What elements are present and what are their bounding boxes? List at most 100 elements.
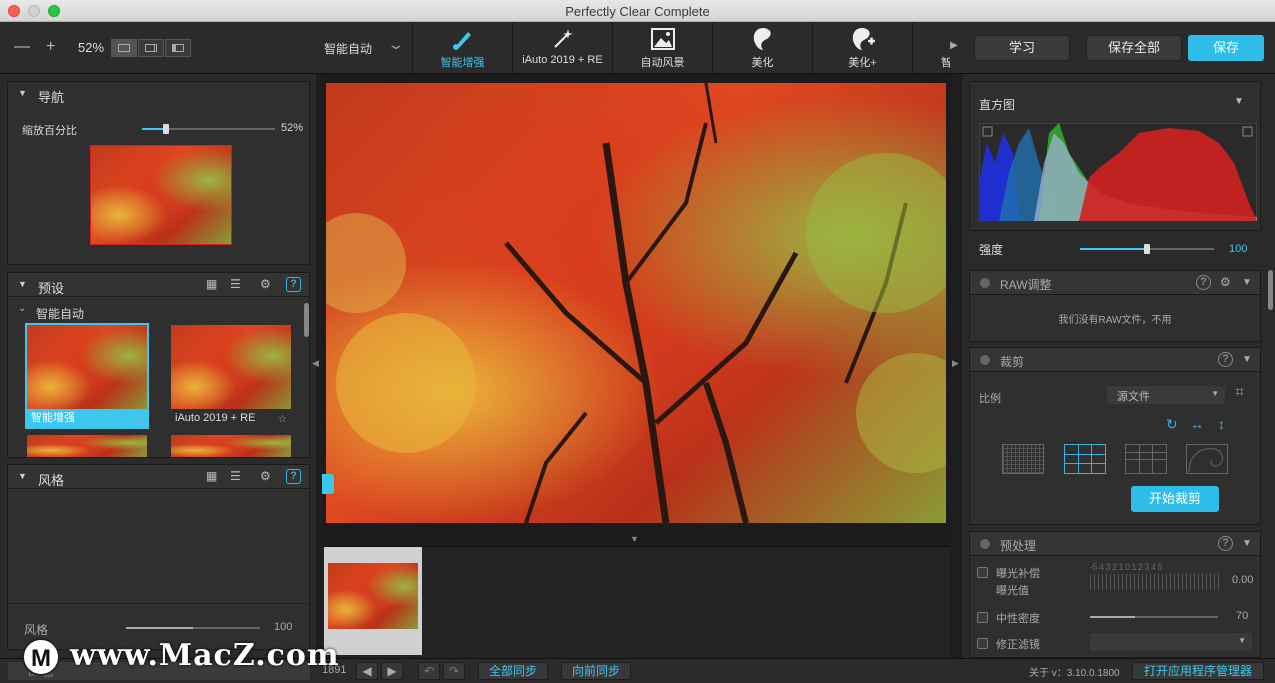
exposure-checkbox[interactable] xyxy=(977,567,988,578)
open-app-manager-button[interactable]: 打开应用程序管理器 xyxy=(1132,662,1264,680)
chevron-down-icon: ▼ xyxy=(1211,389,1219,398)
help-icon[interactable]: ? xyxy=(1218,536,1233,551)
tab-beautify-plus[interactable]: 美化+ xyxy=(812,22,912,74)
enable-toggle[interactable] xyxy=(980,355,990,365)
watermark: M www.MacZ.com xyxy=(8,638,368,678)
tabs-scroll-right-icon[interactable]: ▶ xyxy=(950,40,958,51)
help-icon[interactable]: ? xyxy=(286,469,301,484)
strength-value: 100 xyxy=(1229,243,1248,255)
sync-forward-button[interactable]: 向前同步 xyxy=(561,662,631,680)
tab-partial[interactable]: 智 xyxy=(912,22,950,74)
gear-icon[interactable]: ⚙ xyxy=(260,277,271,291)
correction-filter-checkbox[interactable] xyxy=(977,638,988,649)
split-view-button[interactable] xyxy=(138,39,164,57)
collapse-triangle-icon[interactable]: ▼ xyxy=(18,471,27,481)
collapse-right-panel-icon[interactable]: ▶ xyxy=(952,358,959,369)
preset-thumbnail-partial[interactable] xyxy=(171,435,291,457)
zoom-out-button[interactable]: — xyxy=(14,38,30,56)
navigator-preview-image[interactable] xyxy=(90,145,232,245)
before-after-handle[interactable] xyxy=(322,474,334,494)
sync-all-button[interactable]: 全部同步 xyxy=(478,662,548,680)
collapse-triangle-icon[interactable]: ▼ xyxy=(18,279,27,289)
enable-toggle[interactable] xyxy=(980,278,990,288)
chevron-down-icon[interactable]: ▼ xyxy=(1242,538,1252,549)
preset-thumbnail[interactable]: 智能增强 ☆ xyxy=(25,323,149,429)
list-view-icon[interactable]: ☰ xyxy=(230,469,241,483)
help-icon[interactable]: ? xyxy=(1218,352,1233,367)
preset-thumbnail[interactable]: iAuto 2019 + RE ☆ xyxy=(169,323,293,429)
save-all-button[interactable]: 保存全部 xyxy=(1086,35,1182,61)
star-icon[interactable]: ☆ xyxy=(278,414,287,425)
crop-title: 裁剪 xyxy=(1000,355,1025,369)
single-view-button[interactable] xyxy=(111,39,137,57)
spiral-icon xyxy=(1188,448,1223,473)
gear-icon[interactable]: ⚙ xyxy=(260,469,271,483)
grid-view-icon[interactable]: ▦ xyxy=(206,469,217,483)
right-sidebar: 直方图 ▼ 强度 100 RAW调整 ? ⚙ ▼ 我们没有RAW文件，不用 裁剪… xyxy=(962,74,1275,658)
golden-spiral-icon[interactable] xyxy=(1186,444,1228,474)
grid-icon[interactable] xyxy=(1125,444,1167,474)
preset-thumbnail-partial[interactable] xyxy=(27,435,147,457)
side-by-side-view-button[interactable] xyxy=(165,39,191,57)
presets-title: 预设 xyxy=(38,281,65,296)
undo-icon[interactable]: ↶ xyxy=(418,662,440,680)
next-button[interactable]: ▶ xyxy=(381,662,403,680)
chevron-down-icon[interactable]: ⌄ xyxy=(386,36,405,53)
zoom-slider-knob[interactable] xyxy=(162,124,169,134)
neutral-density-label: 中性密度 xyxy=(996,613,1040,625)
raw-header[interactable]: RAW调整 ? ⚙ ▼ xyxy=(970,271,1260,295)
right-panel-scrollbar[interactable] xyxy=(1268,270,1273,310)
strength-slider-knob[interactable] xyxy=(1144,244,1150,254)
preset-select[interactable]: 智能自动 xyxy=(324,40,372,57)
main-photo[interactable] xyxy=(326,83,946,523)
learn-button[interactable]: 学习 xyxy=(974,35,1070,61)
enable-toggle[interactable] xyxy=(980,539,990,549)
navigator-header[interactable]: ▼ 导航 xyxy=(8,82,309,106)
collapse-filmstrip-icon[interactable]: ▼ xyxy=(630,534,639,544)
correction-filter-select[interactable]: ▼ xyxy=(1090,633,1252,651)
tab-beautify[interactable]: 美化 xyxy=(712,22,812,74)
start-crop-button[interactable]: 开始裁剪 xyxy=(1131,486,1219,512)
help-icon[interactable]: ? xyxy=(286,277,301,292)
left-sidebar: ▼ 导航 缩放百分比 52% ▼ 预设 ▦ ☰ ⚙ ? ⌄ 智能自动 智能增强 … xyxy=(0,74,316,658)
help-icon[interactable]: ? xyxy=(1196,275,1211,290)
histogram-menu-icon[interactable]: ▼ xyxy=(1234,96,1244,107)
tab-smart-enhance[interactable]: 智能增强 xyxy=(412,22,512,74)
redo-icon[interactable]: ↷ xyxy=(443,662,465,680)
thirds-grid-icon[interactable] xyxy=(1064,444,1106,474)
list-view-icon[interactable]: ☰ xyxy=(230,277,241,291)
chevron-down-icon[interactable]: ▼ xyxy=(1242,277,1252,288)
zoom-percent-value: 52% xyxy=(281,122,304,134)
main-toolbar: — + 52% 智能自动 ⌄ 智能增强 iAuto 2019 + RE 自动风景… xyxy=(0,22,1275,74)
presets-scrollbar[interactable] xyxy=(304,303,309,337)
crop-tool-icon[interactable]: ⌗ xyxy=(1235,384,1244,402)
brush-2019-icon xyxy=(450,26,476,52)
tab-auto-landscape[interactable]: 自动风景 xyxy=(612,22,712,74)
save-button[interactable]: 保存 xyxy=(1188,35,1264,61)
fine-grid-icon[interactable] xyxy=(1002,444,1044,474)
collapse-triangle-icon[interactable]: ▼ xyxy=(18,88,27,98)
collapse-left-panel-icon[interactable]: ◀ xyxy=(312,358,319,369)
styles-header[interactable]: ▼ 风格 ▦ ☰ ⚙ ? xyxy=(8,465,309,489)
tab-label: 美化 xyxy=(751,57,774,69)
chevron-down-icon[interactable]: ⌄ xyxy=(18,303,26,314)
neutral-density-fill xyxy=(1090,616,1135,618)
rotate-icon[interactable]: ↻ xyxy=(1166,416,1178,433)
histogram-title: 直方图 xyxy=(979,98,1016,112)
flip-horizontal-icon[interactable]: ↔ xyxy=(1190,416,1204,432)
presets-header[interactable]: ▼ 预设 ▦ ☰ ⚙ ? xyxy=(8,273,309,297)
exposure-dial[interactable] xyxy=(1090,574,1220,590)
style-strength-value: 100 xyxy=(274,621,293,633)
ratio-select[interactable]: 源文件 ▼ xyxy=(1107,386,1225,404)
watermark-logo-letter: M xyxy=(31,645,51,672)
grid-view-icon[interactable]: ▦ xyxy=(206,277,217,291)
tab-iauto[interactable]: iAuto 2019 + RE xyxy=(512,22,612,74)
flip-vertical-icon[interactable]: ↕ xyxy=(1218,416,1225,432)
zoom-in-button[interactable]: + xyxy=(46,38,55,56)
neutral-density-checkbox[interactable] xyxy=(977,612,988,623)
gear-icon[interactable]: ⚙ xyxy=(1220,275,1231,289)
star-icon[interactable]: ☆ xyxy=(134,414,143,425)
preprocess-header[interactable]: 预处理 ? ▼ xyxy=(970,532,1260,556)
chevron-down-icon[interactable]: ▼ xyxy=(1242,354,1252,365)
crop-header[interactable]: 裁剪 ? ▼ xyxy=(970,348,1260,372)
